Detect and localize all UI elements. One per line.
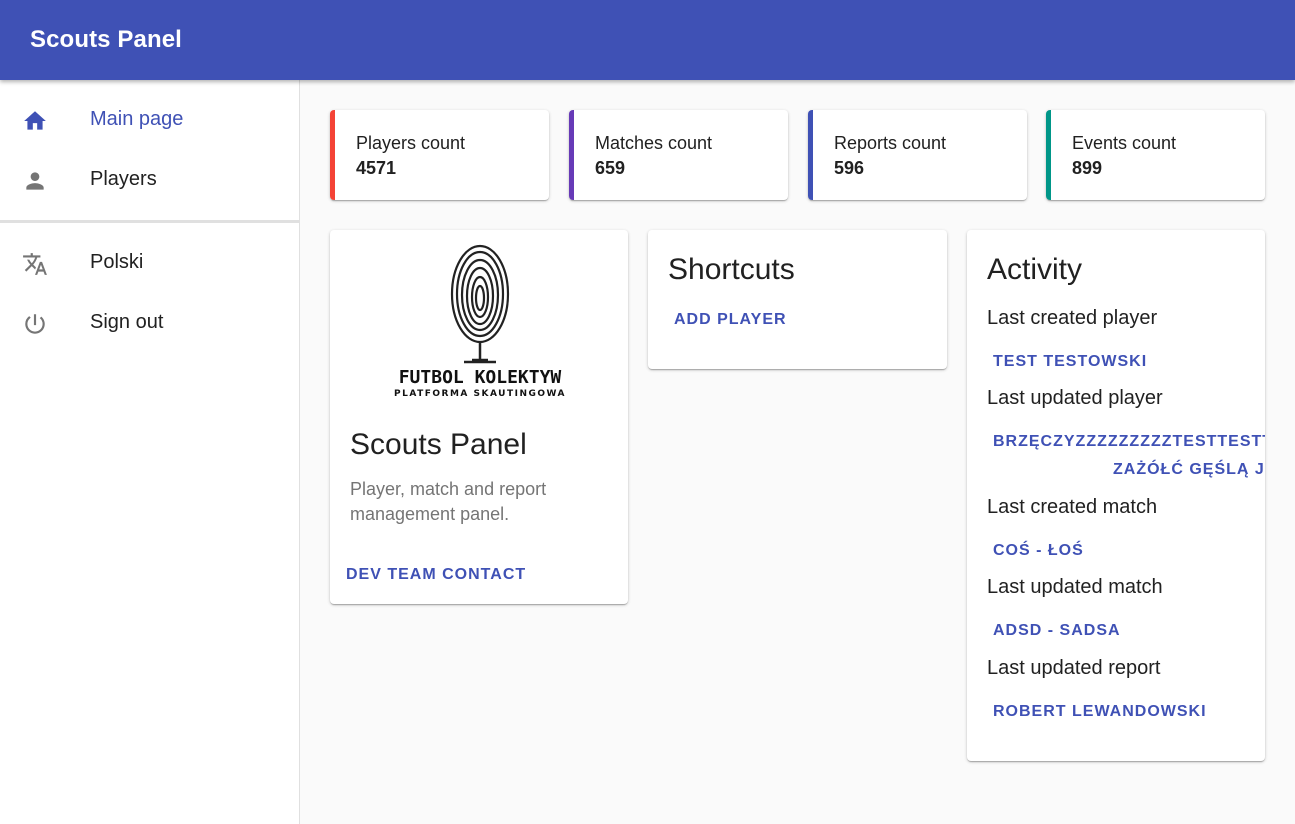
- stat-value: 899: [1072, 158, 1103, 178]
- about-description: Player, match and report management pane…: [350, 479, 547, 524]
- home-icon: [24, 111, 46, 130]
- shortcuts-title: Shortcuts: [668, 253, 795, 286]
- reports-count-card: Reports count 596: [808, 110, 1027, 200]
- matches-count-card: Matches count 659: [569, 110, 788, 200]
- shortcuts-card: Shortcuts ADD PLAYER: [648, 230, 947, 369]
- last-updated-report-link[interactable]: ROBERT LEWANDOWSKI: [993, 703, 1207, 721]
- sidebar-item-label: Polski: [90, 251, 144, 273]
- translate-icon: [23, 253, 47, 275]
- sidebar: Main page Players Polski Sign out: [0, 80, 300, 824]
- last-updated-player-link[interactable]: BRZĘCZYZZZZZZZZZTESTTESTTES: [993, 433, 1265, 451]
- power-icon: [25, 314, 45, 334]
- last-updated-match-link[interactable]: ADSD - SADSA: [993, 622, 1121, 640]
- last-created-player-label: Last created player: [987, 307, 1158, 329]
- add-player-button[interactable]: ADD PLAYER: [674, 311, 787, 329]
- stat-label: Players count: [356, 133, 466, 153]
- sidebar-divider: [0, 220, 299, 223]
- sidebar-item-sign-out[interactable]: Sign out: [0, 293, 299, 353]
- activity-card: Activity Last created player TEST TESTOW…: [967, 230, 1265, 761]
- sidebar-item-main-page[interactable]: Main page: [0, 90, 299, 150]
- last-created-match-label: Last created match: [987, 496, 1158, 518]
- last-updated-player-link-line2[interactable]: ZAŻÓŁĆ GĘŚLĄ JAŹ: [1113, 461, 1265, 479]
- activity-title: Activity: [987, 253, 1083, 286]
- futbol-kolektyw-logo: FUTBOL KOLEKTYW PLATFORMA SKAUTINGOWA: [394, 244, 566, 399]
- stat-label: Matches count: [595, 133, 713, 153]
- events-count-card: Events count 899: [1046, 110, 1265, 200]
- sidebar-item-label: Main page: [90, 108, 184, 130]
- dev-team-contact-button[interactable]: DEV TEAM CONTACT: [346, 566, 526, 584]
- stat-value: 4571: [356, 158, 397, 178]
- card-accent-bar: [808, 110, 813, 200]
- last-created-player-link[interactable]: TEST TESTOWSKI: [993, 353, 1147, 371]
- stat-value: 596: [834, 158, 865, 178]
- stat-value: 659: [595, 158, 626, 178]
- person-icon: [26, 172, 44, 190]
- stat-label: Reports count: [834, 133, 947, 153]
- sidebar-item-label: Sign out: [90, 311, 164, 333]
- about-card: FUTBOL KOLEKTYW PLATFORMA SKAUTINGOWA Sc…: [330, 230, 628, 604]
- sidebar-item-players[interactable]: Players: [0, 150, 299, 210]
- svg-text:PLATFORMA SKAUTINGOWA: PLATFORMA SKAUTINGOWA: [394, 389, 566, 399]
- svg-text:FUTBOL KOLEKTYW: FUTBOL KOLEKTYW: [399, 367, 562, 388]
- card-accent-bar: [569, 110, 574, 200]
- last-created-match-link[interactable]: COŚ - ŁOŚ: [993, 542, 1084, 560]
- about-title: Scouts Panel: [350, 428, 527, 461]
- app-title: Scouts Panel: [30, 26, 182, 53]
- stat-label: Events count: [1072, 133, 1177, 153]
- players-count-card: Players count 4571: [330, 110, 549, 200]
- sidebar-item-language[interactable]: Polski: [0, 233, 299, 293]
- last-updated-report-label: Last updated report: [987, 657, 1161, 679]
- sidebar-item-label: Players: [90, 168, 157, 190]
- last-updated-player-label: Last updated player: [987, 387, 1163, 409]
- last-updated-match-label: Last updated match: [987, 576, 1163, 598]
- card-accent-bar: [1046, 110, 1051, 200]
- app-bar: Scouts Panel: [0, 0, 1295, 80]
- card-accent-bar: [330, 110, 335, 200]
